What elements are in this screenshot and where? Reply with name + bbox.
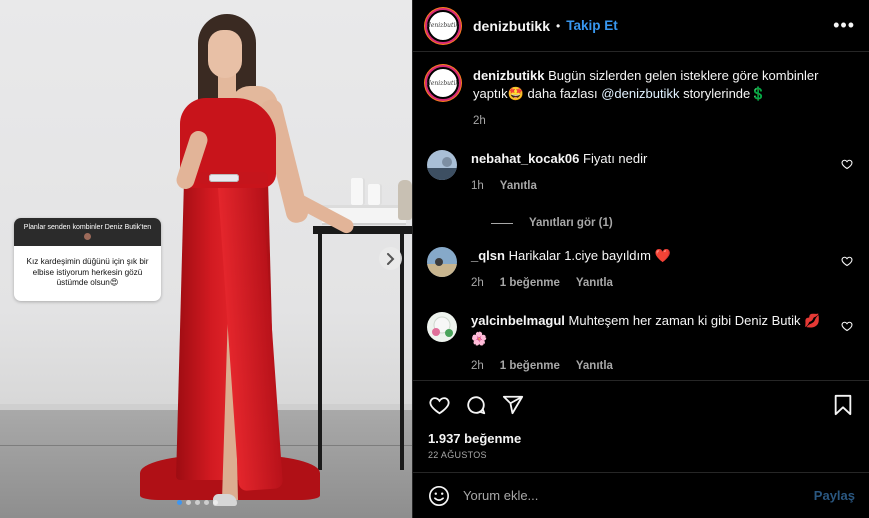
post-date[interactable]: 22 AĞUSTOS (428, 450, 487, 460)
candle (351, 178, 365, 205)
comment-meta: 2h 1 beğenme Yanıtla (471, 357, 831, 375)
carousel-dot (177, 500, 182, 505)
comment-item: yalcinbelmagul Muhteşem her zaman ki gib… (427, 312, 855, 375)
comment-time[interactable]: 1h (471, 177, 484, 195)
carousel-dot (186, 500, 191, 505)
candle (368, 184, 382, 205)
heart-icon[interactable] (841, 255, 853, 267)
carousel-dot (204, 500, 209, 505)
header-separator: • (556, 18, 561, 33)
comment-username[interactable]: _qlsn (471, 248, 505, 263)
comment-meta: 2h 1 beğenme Yanıtla (471, 274, 831, 292)
avatar[interactable]: denizbutik (427, 9, 460, 42)
view-replies-button[interactable]: Yanıtları gör (1) (491, 217, 855, 229)
heart-icon (428, 396, 450, 414)
caption-mention-link[interactable]: @denizbutikk (601, 86, 679, 101)
avatar-logo: denizbutik (427, 79, 460, 87)
likes-count[interactable]: 1.937 beğenme (428, 431, 521, 446)
post-details-panel: denizbutik denizbutikk • Takip Et ••• de… (412, 0, 869, 518)
share-button[interactable] (501, 393, 525, 417)
comment-meta: 1h Yanıtla (471, 177, 831, 195)
comment-username[interactable]: nebahat_kocak06 (471, 151, 579, 166)
emoji-button[interactable] (427, 484, 451, 508)
table-leg (318, 234, 322, 470)
story-avatar (84, 232, 91, 240)
avatar[interactable]: denizbutik (427, 67, 459, 99)
comment-body: nebahat_kocak06 Fiyatı nedir 1h Yanıtla (471, 150, 831, 195)
share-icon (502, 395, 524, 414)
view-replies-label: Yanıtları gör (1) (529, 217, 613, 229)
divider (491, 222, 513, 224)
comment-username[interactable]: yalcinbelmagul (471, 313, 565, 328)
table-leg (400, 234, 404, 470)
follow-button[interactable]: Takip Et (566, 18, 618, 33)
belt-brooch (209, 174, 239, 182)
caption-text: denizbutikk Bugün sizlerden gelen istekl… (473, 67, 843, 130)
reply-button[interactable]: Yanıtla (500, 177, 537, 195)
reply-button[interactable]: Yanıtla (576, 274, 613, 292)
caption-meta: 2h (473, 112, 843, 130)
comment-input[interactable]: Yorum ekle... (463, 488, 814, 503)
post-actions-bar (413, 380, 869, 428)
story-question-card: Planlar senden kombinler Deniz Butik'ten… (14, 218, 161, 301)
comment-item: _qlsn Harikalar 1.ciye bayıldım ❤️ 2h 1 … (427, 247, 855, 292)
story-question-answer: Kız kardeşimin düğünü için şık bir elbis… (26, 257, 149, 287)
caption-username[interactable]: denizbutikk (473, 68, 545, 83)
avatar-image (427, 247, 457, 277)
avatar-image (427, 150, 457, 180)
comment-item: nebahat_kocak06 Fiyatı nedir 1h Yanıtla (427, 150, 855, 195)
comment-body: _qlsn Harikalar 1.ciye bayıldım ❤️ 2h 1 … (471, 247, 831, 292)
comment-icon (467, 395, 486, 414)
post-comment-button[interactable]: Paylaş (814, 488, 855, 503)
caption-time[interactable]: 2h (473, 112, 486, 130)
carousel-indicator (177, 500, 218, 505)
avatar-logo: denizbutik (427, 22, 460, 29)
next-image-button[interactable] (379, 247, 402, 270)
avatar[interactable] (427, 312, 457, 342)
carousel-dot (213, 500, 218, 505)
post-caption: denizbutik denizbutikk Bugün sizlerden g… (427, 67, 855, 130)
comment-likes[interactable]: 1 beğenme (500, 357, 560, 375)
comments-list[interactable]: denizbutik denizbutikk Bugün sizlerden g… (413, 53, 869, 379)
avatar-image (427, 312, 457, 342)
comment-time[interactable]: 2h (471, 357, 484, 375)
comment-time[interactable]: 2h (471, 274, 484, 292)
story-question-header: Planlar senden kombinler Deniz Butik'ten (14, 218, 161, 246)
chevron-right-icon (387, 252, 395, 265)
smiley-icon (429, 485, 449, 506)
comment-likes[interactable]: 1 beğenme (500, 274, 560, 292)
post-header: denizbutik denizbutikk • Takip Et ••• (413, 0, 869, 52)
comment-text: Harikalar 1.ciye bayıldım ❤️ (504, 248, 671, 263)
comment-button[interactable] (464, 393, 488, 417)
vase (398, 180, 412, 220)
caption-body-end: storylerinde💲 (679, 86, 767, 101)
bookmark-icon (834, 394, 852, 415)
avatar[interactable] (427, 247, 457, 277)
header-username[interactable]: denizbutikk (473, 18, 550, 34)
save-button[interactable] (831, 393, 855, 417)
add-comment-bar: Yorum ekle... Paylaş (413, 472, 869, 518)
model-face (208, 30, 242, 78)
carousel-dot (195, 500, 200, 505)
comment-body: yalcinbelmagul Muhteşem her zaman ki gib… (471, 312, 831, 375)
heart-icon[interactable] (841, 320, 853, 332)
more-options-button[interactable]: ••• (833, 15, 855, 36)
avatar[interactable] (427, 150, 457, 180)
story-question-title: Planlar senden kombinler Deniz Butik'ten (23, 224, 152, 231)
comment-text: Fiyatı nedir (579, 151, 648, 166)
side-table (313, 226, 412, 234)
heart-icon[interactable] (841, 158, 853, 170)
reply-button[interactable]: Yanıtla (576, 357, 613, 375)
like-button[interactable] (427, 393, 451, 417)
post-image[interactable]: Planlar senden kombinler Deniz Butik'ten… (0, 0, 412, 518)
